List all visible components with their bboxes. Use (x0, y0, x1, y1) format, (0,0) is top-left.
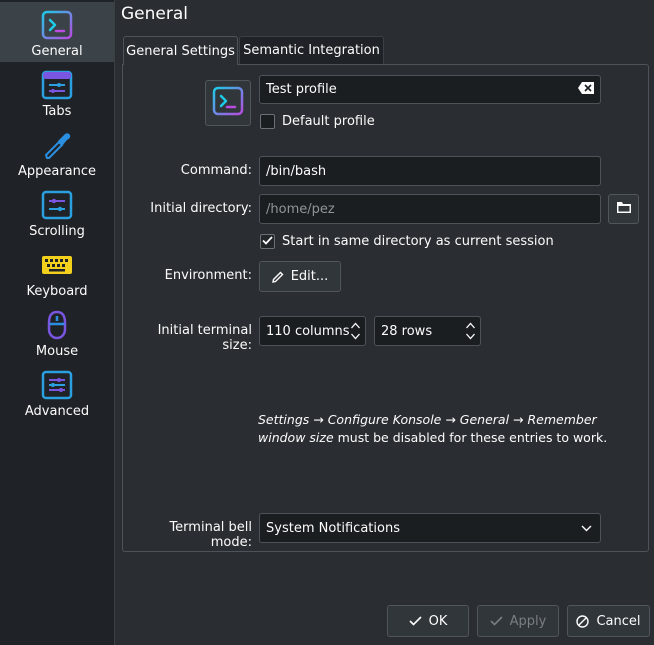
default-profile-label: Default profile (282, 114, 375, 129)
default-profile-checkbox[interactable] (260, 114, 275, 129)
spin-arrows-icon[interactable] (350, 320, 361, 342)
sidebar-item-keyboard[interactable]: Keyboard (0, 242, 114, 302)
general-settings-panel (122, 64, 649, 552)
command-value: /bin/bash (266, 163, 327, 179)
clear-text-icon[interactable] (578, 81, 594, 98)
tab-general-settings[interactable]: General Settings (123, 36, 238, 65)
command-label: Command: (180, 163, 252, 178)
konsole-icon (40, 8, 74, 42)
note-rest: must be disabled for these entries to wo… (333, 430, 608, 445)
sidebar-item-tabs[interactable]: Tabs (0, 62, 114, 122)
tabs-icon (40, 68, 74, 102)
chevron-down-icon (581, 525, 592, 532)
spin-arrows-icon[interactable] (465, 320, 476, 342)
page-title: General (121, 4, 188, 24)
ok-label: OK (428, 613, 448, 629)
bell-mode-dropdown[interactable]: System Notifications (259, 513, 601, 543)
checkmark-icon (262, 234, 273, 249)
sidebar-item-label: General (31, 44, 83, 59)
sidebar-item-label: Advanced (24, 404, 90, 419)
scrolling-icon (40, 188, 74, 222)
initial-directory-placeholder: /home/pez (266, 201, 335, 217)
profile-icon-button[interactable] (205, 80, 251, 126)
rows-spinbox[interactable]: 28 rows (374, 316, 481, 346)
cancel-button[interactable]: Cancel (567, 605, 650, 637)
sidebar-item-label: Keyboard (26, 284, 88, 299)
same-directory-checkbox[interactable] (260, 234, 275, 249)
sidebar-item-mouse[interactable]: Mouse (0, 302, 114, 362)
checkmark-icon (409, 616, 422, 626)
command-input[interactable]: /bin/bash (259, 156, 601, 186)
konsole-icon (212, 86, 244, 120)
rows-value: 28 rows (381, 323, 433, 339)
tab-semantic-integration[interactable]: Semantic Integration (239, 36, 384, 64)
bell-mode-label: Terminal bell mode: (169, 520, 252, 550)
color-picker-icon (40, 128, 74, 162)
profile-name-value: Test profile (266, 82, 337, 97)
columns-spinbox[interactable]: 110 columns (259, 316, 366, 346)
mouse-icon (40, 308, 74, 342)
sidebar-item-label: Mouse (35, 344, 79, 359)
sidebar-item-advanced[interactable]: Advanced (0, 362, 114, 422)
browse-directory-button[interactable] (608, 194, 639, 224)
initial-directory-label: Initial directory: (150, 201, 252, 216)
bell-mode-value: System Notifications (266, 520, 400, 536)
environment-label: Environment: (164, 268, 252, 283)
environment-edit-label: Edit... (290, 269, 329, 284)
sidebar-item-scrolling[interactable]: Scrolling (0, 182, 114, 242)
same-directory-label: Start in same directory as current sessi… (282, 234, 554, 249)
sidebar-item-label: Tabs (42, 104, 72, 119)
initial-directory-input[interactable]: /home/pez (259, 194, 601, 224)
window-size-note: Settings → Configure Konsole → General →… (258, 411, 628, 447)
pencil-icon (271, 271, 284, 283)
sidebar-item-appearance[interactable]: Appearance (0, 122, 114, 182)
folder-icon (616, 201, 631, 217)
environment-edit-button[interactable]: Edit... (259, 261, 341, 292)
sidebar-item-label: Scrolling (29, 224, 85, 239)
apply-button[interactable]: Apply (477, 605, 559, 637)
ok-button[interactable]: OK (387, 605, 469, 637)
sidebar-item-general[interactable]: General (0, 2, 114, 62)
advanced-icon (40, 368, 74, 402)
terminal-size-label: Initial terminal size: (157, 323, 252, 353)
columns-value: 110 columns (266, 323, 350, 339)
keyboard-icon (40, 248, 74, 282)
checkmark-icon (490, 616, 503, 626)
profile-name-input[interactable]: Test profile (259, 75, 601, 104)
apply-label: Apply (509, 613, 547, 629)
cancel-icon (576, 614, 590, 628)
cancel-label: Cancel (596, 613, 641, 629)
sidebar: General Tabs Appearance Scrolling Keyboa… (0, 0, 115, 645)
sidebar-item-label: Appearance (17, 164, 97, 179)
